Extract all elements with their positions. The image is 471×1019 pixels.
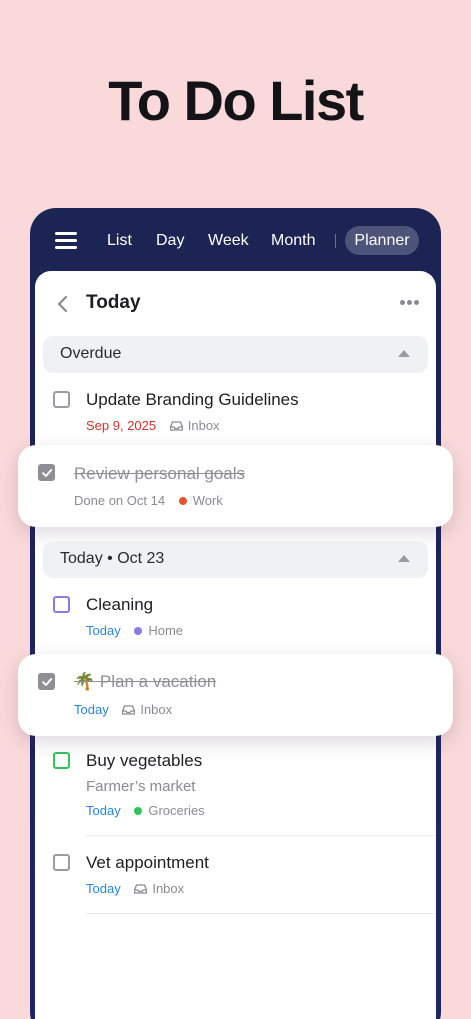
nav-divider xyxy=(335,234,336,248)
section-overdue-label: Overdue xyxy=(60,345,122,362)
tab-week[interactable]: Week xyxy=(208,228,249,254)
dragged-task-card[interactable]: Review personal goals Done on Oct 14 Wor… xyxy=(18,445,453,527)
hero-title: To Do List xyxy=(108,69,364,132)
checkmark-icon xyxy=(42,469,53,477)
task-meta: Sep 9, 2025 Inbox xyxy=(86,418,220,433)
home-list-dot-icon xyxy=(134,627,143,635)
sheet-title: Today xyxy=(86,292,141,313)
tab-list[interactable]: List xyxy=(107,228,132,254)
inbox-tray-icon xyxy=(122,705,136,715)
task-list-name: Inbox xyxy=(187,418,220,433)
task-checkbox-checked[interactable] xyxy=(38,464,55,481)
task-due-date: Today xyxy=(74,702,109,717)
task-meta: Today Inbox xyxy=(86,881,184,896)
checkmark-icon xyxy=(42,678,53,686)
task-title[interactable]: Buy vegetables xyxy=(86,751,202,771)
task-title-text: Plan a vacation xyxy=(99,672,217,691)
row-divider xyxy=(86,913,436,914)
task-list-name: Groceries xyxy=(148,803,205,818)
task-checkbox[interactable] xyxy=(53,752,70,769)
task-title-done[interactable]: Review personal goals xyxy=(74,464,245,484)
task-title[interactable]: Update Branding Guidelines xyxy=(86,390,299,410)
back-chevron-icon[interactable] xyxy=(56,295,70,313)
collapse-caret-icon[interactable] xyxy=(398,350,410,357)
task-title-done[interactable]: 🌴 Plan a vacation xyxy=(74,672,216,692)
task-meta: Today Home xyxy=(86,623,183,638)
task-checkbox-checked[interactable] xyxy=(38,673,55,690)
inbox-tray-icon xyxy=(169,421,183,431)
hamburger-menu-icon[interactable] xyxy=(55,232,77,249)
task-list-name: Inbox xyxy=(140,702,173,717)
task-checkbox[interactable] xyxy=(53,391,70,408)
tab-planner[interactable]: Planner xyxy=(345,226,419,255)
task-checkbox[interactable] xyxy=(53,854,70,871)
section-overdue[interactable]: Overdue xyxy=(43,336,428,373)
task-note: Farmer’s market xyxy=(86,778,196,795)
work-list-dot-icon xyxy=(178,497,187,505)
task-due-date: Today xyxy=(86,803,121,818)
tab-month[interactable]: Month xyxy=(271,228,315,254)
palm-tree-emoji: 🌴 xyxy=(74,672,96,691)
task-due-date: Sep 9, 2025 xyxy=(86,418,157,433)
task-list-name: Home xyxy=(148,623,184,638)
collapse-caret-icon[interactable] xyxy=(398,555,410,562)
inbox-tray-icon xyxy=(134,884,148,894)
section-today[interactable]: Today • Oct 23 xyxy=(43,541,428,578)
top-nav-bar: List Day Week Month Planner xyxy=(30,208,441,272)
groceries-list-dot-icon xyxy=(134,807,143,815)
section-today-label: Today • Oct 23 xyxy=(60,550,165,567)
dragged-task-card[interactable]: 🌴 Plan a vacation Today Inbox xyxy=(18,654,453,736)
task-meta: Today Inbox xyxy=(74,702,172,717)
task-due-date: Today xyxy=(86,881,121,896)
task-list-name: Work xyxy=(192,493,223,508)
more-options-icon[interactable] xyxy=(400,300,419,306)
row-divider xyxy=(86,835,436,836)
task-title[interactable]: Vet appointment xyxy=(86,853,209,873)
task-due-date: Today xyxy=(86,623,121,638)
task-meta: Done on Oct 14 Work xyxy=(74,493,223,508)
tab-day[interactable]: Day xyxy=(156,228,184,254)
task-title[interactable]: Cleaning xyxy=(86,595,153,615)
task-meta: Today Groceries xyxy=(86,803,205,818)
task-checkbox[interactable] xyxy=(53,596,70,613)
task-list-name: Inbox xyxy=(152,881,185,896)
today-sheet xyxy=(35,271,436,1019)
task-done-date: Done on Oct 14 xyxy=(74,493,166,508)
